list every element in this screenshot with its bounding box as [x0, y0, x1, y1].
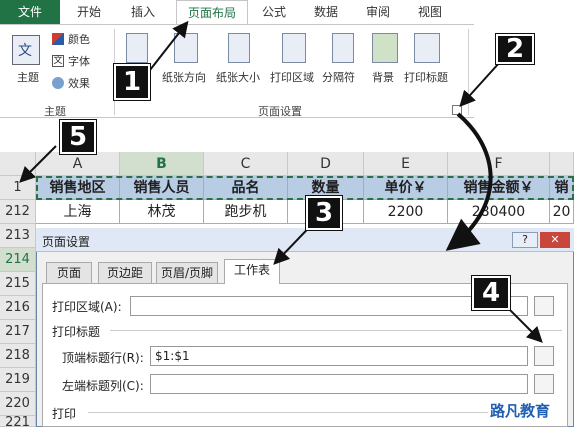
callout-2: 2: [495, 33, 535, 65]
callout-5: 5: [59, 119, 97, 155]
arrow-5: [19, 145, 57, 183]
arrow-1: [149, 20, 189, 71]
callout-4: 4: [471, 275, 511, 311]
arrow-2: [459, 61, 501, 107]
callout-3: 3: [305, 195, 343, 231]
annotation-arrows: [19, 20, 543, 343]
arrow-curve: [445, 112, 493, 251]
callout-1: 1: [113, 63, 151, 101]
